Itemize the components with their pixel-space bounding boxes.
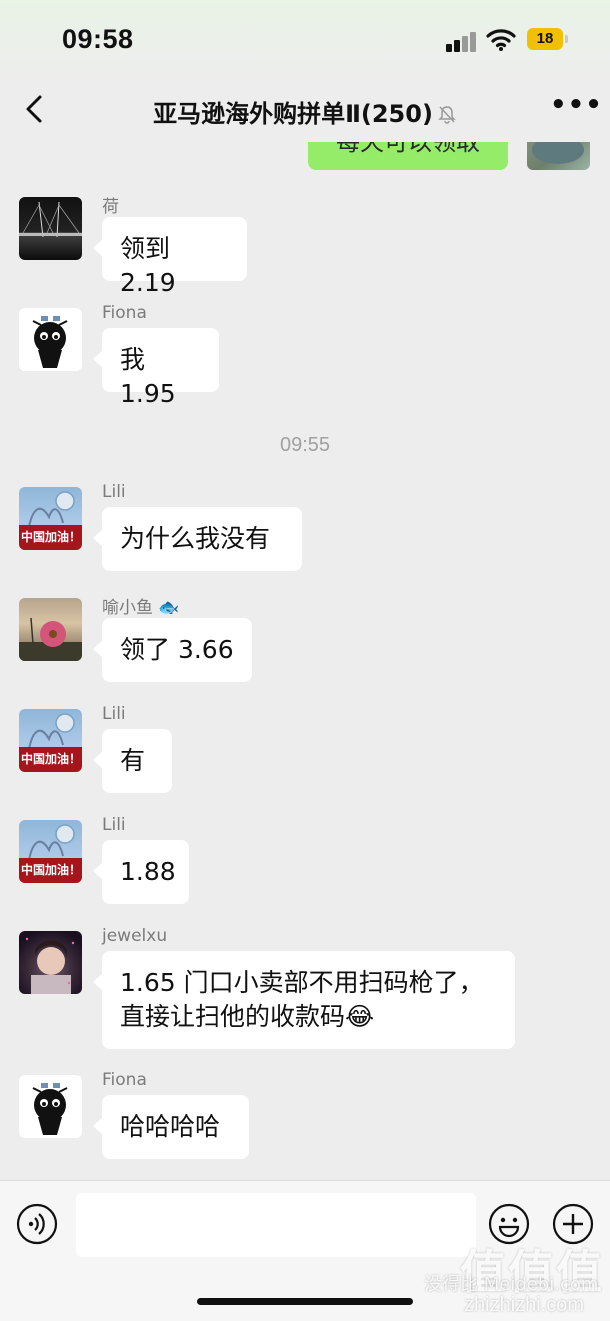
message-bubble[interactable]: 为什么我没有 — [93, 507, 302, 571]
battery-indicator: 18 — [527, 28, 568, 50]
avatar-label: 中国加油！ — [21, 863, 82, 877]
chat-header: 亚马逊海外购拼单Ⅱ(250) ••• — [0, 80, 610, 142]
message-bubble[interactable]: 1.65 门口小卖部不用扫码枪了， 直接让扫他的收款码😂 — [93, 951, 515, 1049]
status-bar: 09:58 18 — [0, 0, 610, 80]
chat-title-row: 亚马逊海外购拼单Ⅱ(250) — [0, 94, 610, 129]
avatar[interactable] — [19, 1075, 82, 1138]
sender-name: Lili — [102, 704, 126, 724]
message-item: jewelxu 1.65 门口小卖部不用扫码枪了， 直接让扫他的收款码😂 — [0, 926, 610, 1049]
message-bubble[interactable]: 1.88 — [93, 840, 189, 904]
avatar-label: 中国加油！ — [21, 752, 82, 766]
avatar[interactable] — [19, 598, 82, 661]
avatar[interactable]: 中国加油！ — [19, 709, 82, 772]
cellular-signal-icon — [446, 30, 478, 52]
message-text-line: 1.65 门口小卖部不用扫码枪了， — [120, 968, 484, 997]
message-bubble[interactable]: 领到 2.19 — [93, 217, 247, 297]
sender-name: Lili — [102, 482, 126, 502]
muted-bell-icon — [438, 106, 456, 124]
status-time: 09:58 — [62, 24, 134, 54]
message-item: Fiona 哈哈哈哈 — [0, 1070, 610, 1159]
avatar[interactable]: 中国加油！ — [19, 820, 82, 883]
message-bubble[interactable]: 哈哈哈哈 — [93, 1095, 249, 1159]
home-indicator — [197, 1298, 413, 1305]
sender-name: Fiona — [102, 303, 147, 323]
sender-name: 荷 — [102, 197, 119, 217]
message-item: 荷 领到 2.19 — [0, 192, 610, 297]
message-text-line: 直接让扫他的收款码😂 — [120, 1002, 375, 1031]
watermark-text: 没得比 Meidebi.com — [424, 1274, 599, 1295]
message-item: 中国加油！ Lili 为什么我没有 — [0, 482, 610, 571]
watermark: 值值值 没得比 Meidebi.com zhizhizhi.com — [424, 1236, 610, 1320]
sender-name: Lili — [102, 815, 126, 835]
self-avatar[interactable] — [527, 142, 590, 170]
message-item: 中国加油！ Lili 有 — [0, 704, 610, 793]
self-message: 每天可以领取 — [0, 142, 610, 172]
chat-title: 亚马逊海外购拼单Ⅱ(250) — [153, 100, 433, 128]
message-list: 每天可以领取 荷 领到 2.19 Fiona 我 1.95 09:55 中国加油… — [0, 142, 610, 1180]
avatar-label: 中国加油！ — [21, 530, 82, 544]
message-bubble[interactable]: 我 1.95 — [93, 328, 219, 408]
message-item: 喻小鱼 🐟 领了 3.66 — [0, 593, 610, 682]
sender-name: Fiona — [102, 1070, 147, 1090]
message-bubble[interactable]: 有 — [93, 729, 172, 793]
voice-input-icon[interactable] — [16, 1203, 58, 1245]
self-message-bubble[interactable]: 每天可以领取 — [308, 142, 508, 170]
avatar[interactable] — [19, 931, 82, 994]
message-item: 中国加油！ Lili 1.88 — [0, 815, 610, 904]
avatar[interactable] — [19, 308, 82, 371]
avatar[interactable] — [19, 197, 82, 260]
sender-name: jewelxu — [102, 926, 168, 946]
timestamp-separator: 09:55 — [279, 434, 331, 456]
watermark-url: zhizhizhi.com — [464, 1294, 585, 1316]
sender-name: 喻小鱼 🐟 — [102, 598, 180, 618]
message-input[interactable] — [76, 1193, 476, 1257]
message-bubble[interactable]: 领了 3.66 — [93, 618, 252, 682]
message-item: Fiona 我 1.95 — [0, 303, 610, 408]
more-options-icon[interactable]: ••• — [550, 90, 602, 120]
wifi-icon — [486, 29, 516, 51]
avatar[interactable]: 中国加油！ — [19, 487, 82, 550]
